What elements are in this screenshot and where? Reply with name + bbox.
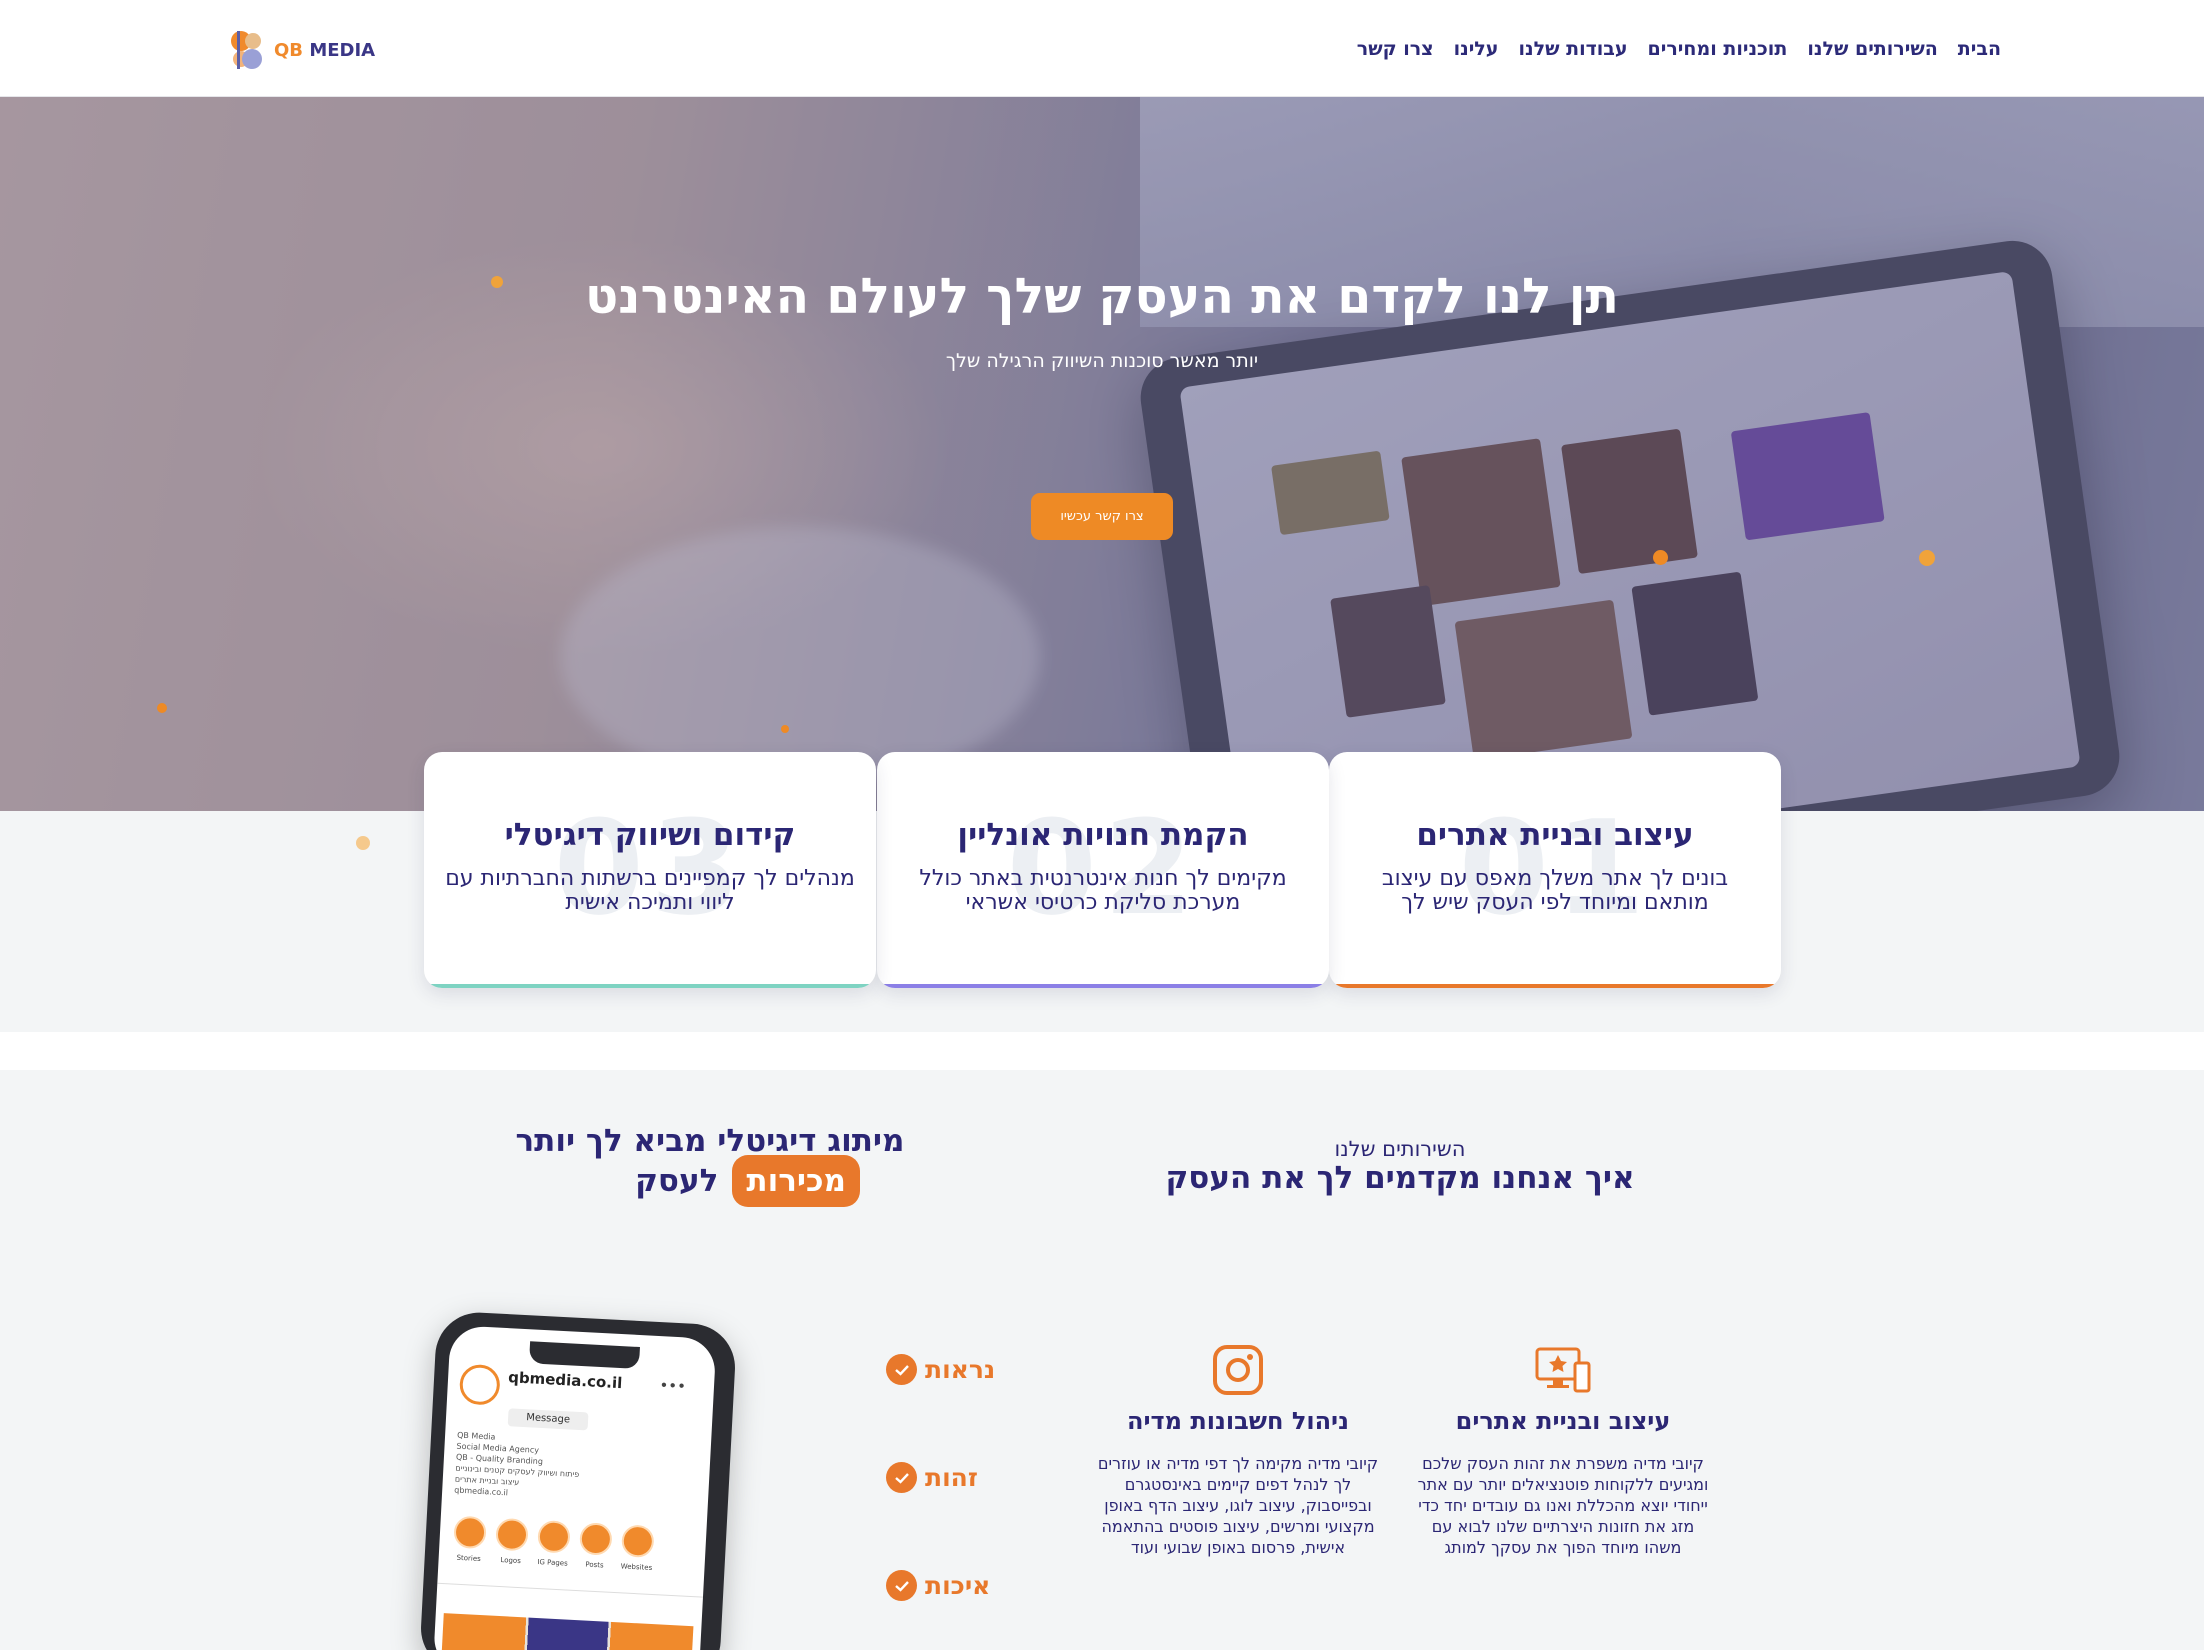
- logo[interactable]: QB MEDIA: [228, 27, 375, 73]
- checkmark-icon: [886, 1570, 917, 1601]
- decorative-dot: [1653, 550, 1668, 565]
- decorative-dot: [157, 703, 167, 713]
- feature-text: מקימים לך חנות אינטרנטית באתר כולל מערכת…: [919, 866, 1287, 915]
- digital-branding-line2: מכירות לעסק: [600, 1155, 860, 1207]
- instagram-icon: [1210, 1345, 1266, 1397]
- feature-accent-bar: [877, 984, 1329, 988]
- hero-overlay: [0, 97, 2204, 811]
- highlight-label: Websites: [620, 1562, 653, 1572]
- post-thumbnails: [440, 1613, 694, 1650]
- more-options-icon: •••: [659, 1376, 687, 1396]
- highlight-label: Stories: [456, 1553, 482, 1563]
- hero-title: תן לנו לקדם את העסק שלך לעולם האינטרנט: [584, 268, 1620, 325]
- message-button: Message: [507, 1408, 589, 1431]
- nav-portfolio[interactable]: עבודות שלנו: [1518, 38, 1627, 60]
- highlight-label: IG Pages: [537, 1557, 568, 1568]
- feature-text: בונים לך אתר משלך מאפס עם עיצוב מותאם ומ…: [1381, 866, 1729, 915]
- highlight-label: Logos: [500, 1556, 522, 1566]
- profile-tabs-divider: [437, 1582, 704, 1598]
- service-web-design: עיצוב ובניית אתרים קיובי מדיה משפרת את ז…: [1408, 1345, 1718, 1558]
- check-item-visibility: נראות: [886, 1354, 995, 1385]
- feature-card-digital-marketing[interactable]: 03 קידום ושיווק דיגיטלי מנהלים לך קמפיינ…: [424, 752, 876, 988]
- brand-qb: QB: [274, 39, 304, 61]
- check-label: נראות: [925, 1355, 996, 1384]
- phone-mockup-image: qbmedia.co.il ••• Message QB Media Socia…: [418, 1310, 738, 1650]
- brand-name: QB MEDIA: [274, 40, 375, 61]
- hero-section: [0, 97, 2204, 811]
- section-divider: [0, 1032, 2204, 1070]
- highlight-ig-pages-icon: [537, 1519, 571, 1554]
- checkmark-icon: [886, 1462, 917, 1493]
- sales-highlight-pill: מכירות: [732, 1155, 860, 1207]
- nav-contact[interactable]: צרו קשר: [1357, 38, 1434, 60]
- feature-title: קידום ושיווק דיגיטלי: [504, 817, 796, 853]
- decorative-dot: [1919, 550, 1935, 566]
- digital-line2-rest: לעסק: [635, 1163, 719, 1199]
- highlight-logos-icon: [495, 1517, 529, 1552]
- monitor-star-icon: [1535, 1345, 1591, 1397]
- services-title: איך אנחנו מקדמים לך את העסק: [1165, 1160, 1635, 1196]
- service-title: ניהול חשבונות מדיה: [1127, 1407, 1349, 1435]
- nav-services[interactable]: השירותים שלנו: [1807, 38, 1937, 60]
- service-media-accounts: ניהול חשבונות מדיה קיובי מדיה מקימה לך ד…: [1083, 1345, 1393, 1558]
- nav-home[interactable]: הבית: [1958, 38, 2001, 60]
- profile-avatar: [458, 1363, 501, 1406]
- feature-card-online-store[interactable]: 02 הקמת חנויות אונליין מקימים לך חנות אי…: [877, 752, 1329, 988]
- decorative-dot: [781, 725, 789, 733]
- highlight-posts-icon: [579, 1522, 613, 1556]
- feature-title: עיצוב ובניית אתרים: [1416, 817, 1694, 853]
- decorative-dot: [356, 836, 370, 850]
- highlight-label: Posts: [585, 1560, 604, 1570]
- check-label: איכות: [925, 1571, 991, 1600]
- phone-notch: [528, 1341, 640, 1370]
- nav-about[interactable]: עלינו: [1454, 38, 1499, 60]
- profile-bio: QB Media Social Media Agency QB - Qualit…: [454, 1430, 687, 1508]
- services-label: השירותים שלנו: [1334, 1137, 1466, 1161]
- brand-media: MEDIA: [309, 39, 376, 61]
- main-nav: הבית השירותים שלנו תוכניות ומחירים עבודו…: [1357, 38, 2001, 60]
- service-title: עיצוב ובניית אתרים: [1455, 1407, 1671, 1435]
- feature-accent-bar: [1329, 984, 1781, 988]
- hero-subtitle: יותר מאשר סוכנות השיווק הרגילה שלך: [945, 350, 1259, 372]
- feature-text: מנהלים לך קמפיינים ברשתות החברתיות עם לי…: [445, 866, 855, 915]
- highlight-stories-icon: [453, 1515, 487, 1550]
- decorative-dot: [491, 276, 503, 288]
- profile-url: qbmedia.co.il: [507, 1368, 623, 1393]
- service-text: קיובי מדיה מקימה לך דפי מדיה או עוזרים ל…: [1097, 1454, 1379, 1557]
- check-item-quality: איכות: [886, 1570, 990, 1601]
- highlight-websites-icon: [621, 1524, 655, 1559]
- check-item-identity: זהות: [886, 1462, 978, 1493]
- nav-pricing[interactable]: תוכניות ומחירים: [1648, 38, 1788, 60]
- feature-title: הקמת חנויות אונליין: [957, 817, 1249, 853]
- check-label: זהות: [925, 1463, 978, 1492]
- qb-logo-icon: [228, 27, 270, 73]
- service-text: קיובי מדיה משפרת את זהות העסק שלכם ומגיע…: [1417, 1454, 1709, 1557]
- feature-accent-bar: [424, 984, 876, 988]
- top-navbar: QB MEDIA הבית השירותים שלנו תוכניות ומחי…: [0, 0, 2204, 97]
- checkmark-icon: [886, 1354, 917, 1385]
- feature-card-web-design[interactable]: 01 עיצוב ובניית אתרים בונים לך אתר משלך …: [1329, 752, 1781, 988]
- contact-now-button[interactable]: צרו קשר עכשיו: [1031, 493, 1173, 540]
